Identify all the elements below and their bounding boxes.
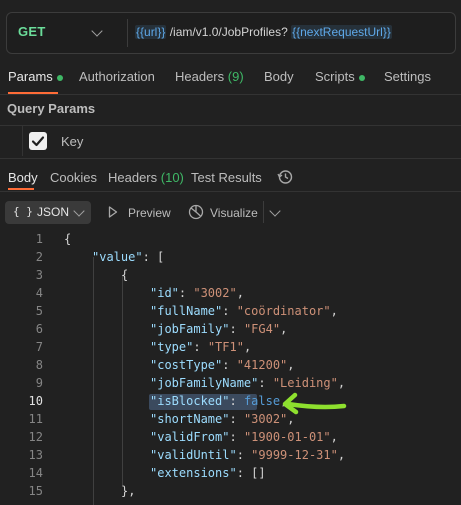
checkbox-checked-icon[interactable] (29, 132, 47, 150)
code-line: "extensions": [] (150, 466, 266, 480)
tabs-divider (0, 94, 461, 95)
line-number: 5 (35, 304, 43, 318)
url-bar: GET {{url}} /iam/v1.0/JobProfiles? {{nex… (6, 12, 456, 54)
headers-count: (9) (227, 69, 244, 84)
line-number: 6 (35, 322, 43, 336)
line-number: 4 (35, 286, 43, 300)
url-input[interactable]: {{url}} /iam/v1.0/JobProfiles? {{nextReq… (135, 25, 392, 39)
url-path: /iam/v1.0/JobProfiles? (166, 25, 292, 39)
line-number: 10 (28, 394, 43, 408)
visualize-button[interactable]: Visualize (210, 206, 258, 220)
line-number: 13 (28, 448, 43, 462)
code-line: "validUntil": "9999-12-31", (150, 448, 346, 462)
method-select[interactable]: GET (18, 24, 46, 39)
query-params-title: Query Params (7, 101, 96, 116)
code-line: "id": "3002", (150, 286, 244, 300)
annotation-arrow-icon (282, 392, 347, 415)
next-request-variable: {{nextRequestUrl}} (291, 25, 392, 39)
code-line: "type": "TF1", (150, 340, 252, 354)
response-headers-count: (10) (160, 170, 184, 185)
line-number: 1 (35, 232, 43, 246)
line-number: 15 (28, 484, 43, 498)
key-column-header: Key (61, 134, 84, 149)
preview-button[interactable]: Preview (128, 206, 171, 220)
code-line: "isBlocked": false, (150, 394, 288, 408)
tab-label: Scripts (315, 69, 355, 84)
tab-label: Settings (384, 69, 431, 84)
tab-cookies[interactable]: Cookies (50, 170, 97, 185)
tab-scripts[interactable]: Scripts (315, 69, 365, 84)
active-response-tab-indicator (8, 188, 34, 190)
braces-icon: { } (13, 205, 33, 218)
toolbar-divider (263, 201, 264, 223)
tab-response-headers[interactable]: Headers (10) (108, 170, 184, 185)
code-line: "shortName": "3002", (150, 412, 295, 426)
line-number: 11 (28, 412, 43, 426)
play-icon (108, 206, 118, 221)
code-line: "jobFamily": "FG4", (150, 322, 288, 336)
tab-authorization[interactable]: Authorization (79, 69, 155, 84)
code-line: "costType": "41200", (150, 358, 295, 372)
tab-response-body[interactable]: Body (8, 170, 38, 185)
line-number: 12 (28, 430, 43, 444)
scripts-dot (358, 74, 365, 81)
line-number: 9 (35, 376, 43, 390)
column-divider (22, 126, 23, 156)
format-label: JSON (37, 205, 70, 219)
line-number: 7 (35, 340, 43, 354)
code-line: }, (121, 484, 136, 498)
line-number: 3 (35, 268, 43, 282)
tab-label: Headers (108, 170, 158, 185)
tab-label: Headers (175, 69, 225, 84)
tab-params[interactable]: Params (8, 69, 63, 84)
code-line: "value": [ (92, 250, 165, 264)
code-line: "validFrom": "1900-01-01", (150, 430, 338, 444)
format-select[interactable]: { } JSON (5, 201, 91, 224)
line-number: 8 (35, 358, 43, 372)
url-variable: {{url}} (135, 25, 167, 39)
url-divider (127, 19, 128, 47)
params-dot (56, 74, 63, 81)
tab-body[interactable]: Body (264, 69, 294, 84)
chevron-down-icon[interactable] (269, 205, 281, 217)
code-line: { (121, 268, 129, 282)
code-line: "fullName": "coördinator", (150, 304, 338, 318)
response-body-editor[interactable]: 1 {2 "value": [ 3 {4 "id": "3002", 5 "fullName"… (0, 228, 461, 505)
tab-test-results[interactable]: Test Results (191, 170, 262, 185)
request-tabs: Params Authorization Headers (9) Body Sc… (0, 69, 461, 89)
code-line: { (64, 232, 72, 246)
visualize-icon (187, 203, 205, 224)
tab-label: Body (264, 69, 294, 84)
indent-guide (93, 257, 94, 505)
chevron-down-icon (73, 205, 85, 217)
response-tabs-divider (0, 191, 461, 192)
tab-label: Params (8, 69, 53, 84)
tab-settings[interactable]: Settings (384, 69, 431, 84)
code-line: "jobFamilyName": "Leiding", (150, 376, 346, 390)
line-number: 14 (28, 466, 43, 480)
history-icon[interactable] (276, 168, 294, 189)
tab-label: Authorization (79, 69, 155, 84)
line-number: 2 (35, 250, 43, 264)
chevron-down-icon[interactable] (91, 25, 103, 37)
indent-guide (122, 275, 123, 485)
tab-headers[interactable]: Headers (9) (175, 69, 244, 84)
